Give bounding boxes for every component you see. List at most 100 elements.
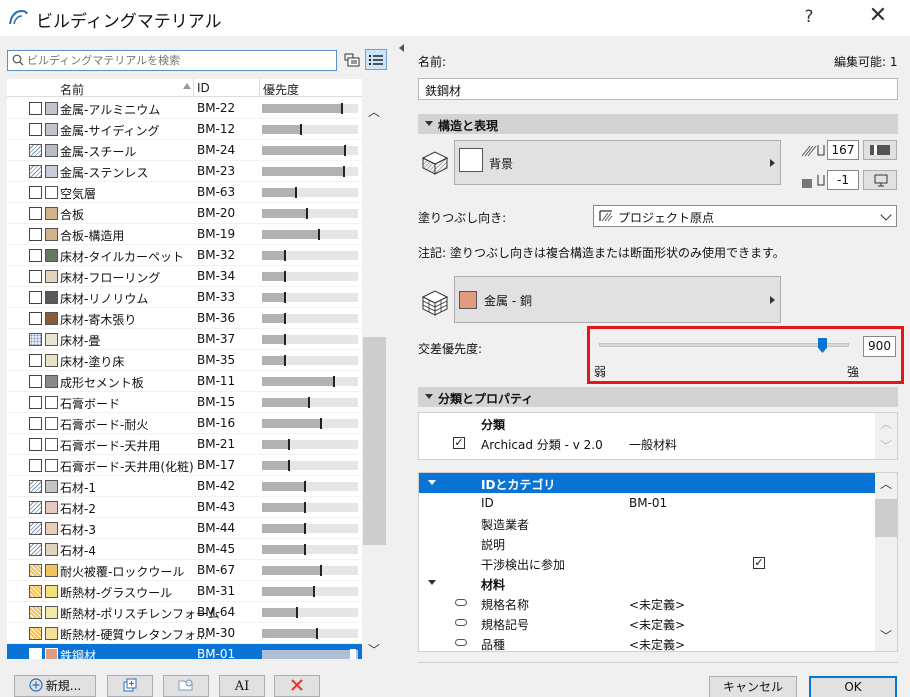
- fill-pattern-swatch: [29, 312, 42, 325]
- fill-pen-picker[interactable]: [863, 140, 897, 160]
- fill-orientation-dropdown[interactable]: プロジェクト原点: [593, 205, 897, 227]
- list-item[interactable]: 成形セメント板 BM-11: [7, 371, 362, 392]
- material-property-row[interactable]: 規格記号 <未定義>: [419, 613, 875, 633]
- header-name[interactable]: 名前: [60, 81, 84, 98]
- classification-scrollbar[interactable]: ︿ ﹀: [875, 413, 897, 459]
- list-item[interactable]: 床材-塗り床 BM-35: [7, 350, 362, 371]
- list-item[interactable]: 金属-アルミニウム BM-22: [7, 98, 362, 119]
- close-button[interactable]: ✕: [864, 4, 892, 30]
- list-item[interactable]: 床材-リノリウム BM-33: [7, 287, 362, 308]
- classification-row[interactable]: ✓ Archicad 分類 - v 2.0 一般材料: [419, 433, 875, 453]
- material-name: 断熱材-ポリスチレンフォーム: [60, 607, 220, 621]
- list-item[interactable]: 石膏ボード BM-15: [7, 392, 362, 413]
- list-item[interactable]: 石膏ボード-天井用 BM-21: [7, 434, 362, 455]
- collision-checkbox[interactable]: ✓: [753, 557, 765, 569]
- list-item[interactable]: 床材-畳 BM-37: [7, 329, 362, 350]
- priority-bar: [262, 292, 358, 303]
- priority-value-field[interactable]: 900: [863, 336, 896, 357]
- list-item[interactable]: 床材-フローリング BM-34: [7, 266, 362, 287]
- import-button[interactable]: [163, 675, 209, 697]
- list-item[interactable]: 断熱材-硬質ウレタンフォ... BM-30: [7, 623, 362, 644]
- list-item[interactable]: 断熱材-ポリスチレンフォーム BM-64: [7, 602, 362, 623]
- property-row[interactable]: ID BM-01: [419, 493, 875, 513]
- classification-section-header[interactable]: 分類とプロパティ: [418, 387, 898, 407]
- list-item[interactable]: 耐火被覆-ロックウール BM-67: [7, 560, 362, 581]
- background-pen-picker[interactable]: [863, 170, 897, 190]
- material-property-row[interactable]: 品種 <未定義>: [419, 633, 875, 651]
- materials-group-row[interactable]: 材料: [419, 573, 875, 593]
- surface-selector[interactable]: 金属 - 銅: [454, 276, 781, 323]
- cut-fill-selector[interactable]: 背景: [454, 140, 781, 185]
- list-item[interactable]: 石膏ボード-耐火 BM-16: [7, 413, 362, 434]
- list-item[interactable]: 石材-4 BM-45: [7, 539, 362, 560]
- folder-view-icon[interactable]: [342, 49, 362, 70]
- list-item[interactable]: 床材-タイルカーペット BM-32: [7, 245, 362, 266]
- structure-section-header[interactable]: 構造と表現: [418, 114, 898, 134]
- search-box[interactable]: [7, 50, 337, 71]
- surface-color-swatch: [45, 501, 58, 514]
- list-item[interactable]: 床材-寄木張り BM-36: [7, 308, 362, 329]
- list-item[interactable]: 石材-3 BM-44: [7, 518, 362, 539]
- priority-bar-fill: [262, 293, 286, 302]
- list-item[interactable]: 金属-ステンレス BM-23: [7, 161, 362, 182]
- property-label: 規格名称: [481, 598, 530, 612]
- cancel-button[interactable]: キャンセル: [709, 676, 797, 697]
- fill-pen-field[interactable]: 167: [827, 140, 859, 160]
- material-name: 石膏ボード-天井用(化粧): [60, 460, 194, 474]
- panel-splitter[interactable]: [398, 36, 406, 697]
- material-property-row[interactable]: 規格名称 <未定義>: [419, 593, 875, 613]
- list-item[interactable]: 石膏ボード-天井用(化粧) BM-17: [7, 455, 362, 476]
- material-id: BM-21: [197, 437, 236, 451]
- fill-pattern-swatch: [29, 585, 42, 598]
- cut-fill-icon: [421, 151, 449, 175]
- list-item[interactable]: 金属-サイディング BM-12: [7, 119, 362, 140]
- surface-color-swatch: [45, 333, 58, 346]
- material-name: 石膏ボード-耐火: [60, 418, 149, 432]
- property-label: 干渉検出に参加: [481, 558, 566, 572]
- name-field[interactable]: 鉄鋼材: [418, 78, 898, 100]
- list-item[interactable]: 石材-2 BM-43: [7, 497, 362, 518]
- priority-slider-track[interactable]: [599, 343, 849, 347]
- surface-color-swatch: [45, 564, 58, 577]
- list-item[interactable]: 合板 BM-20: [7, 203, 362, 224]
- property-row[interactable]: 干渉検出に参加 ✓: [419, 553, 875, 573]
- list-item[interactable]: 金属-スチール BM-24: [7, 140, 362, 161]
- scroll-up-icon[interactable]: ︿: [880, 475, 892, 492]
- ok-button[interactable]: OK: [809, 676, 897, 697]
- priority-bar-fill: [262, 251, 286, 260]
- fill-pattern-swatch: [29, 333, 42, 346]
- search-input[interactable]: [27, 52, 332, 69]
- property-row[interactable]: 説明: [419, 533, 875, 553]
- rename-button[interactable]: AI: [219, 675, 265, 697]
- fill-pattern-swatch: [29, 459, 42, 472]
- list-item[interactable]: 石材-1 BM-42: [7, 476, 362, 497]
- priority-bar-fill: [262, 545, 306, 554]
- list-item[interactable]: 空気層 BM-63: [7, 182, 362, 203]
- delete-button[interactable]: [274, 675, 320, 697]
- help-button[interactable]: ?: [796, 4, 822, 30]
- scroll-up-icon[interactable]: ︿: [368, 103, 380, 120]
- collapse-triangle-icon: [425, 394, 433, 399]
- scrollbar-thumb[interactable]: [363, 337, 386, 545]
- scroll-down-icon[interactable]: ﹀: [368, 641, 380, 658]
- duplicate-button[interactable]: [107, 675, 153, 697]
- properties-scrollbar[interactable]: ︿ ﹀: [875, 473, 897, 651]
- list-item[interactable]: 鉄鋼材 BM-01: [7, 644, 362, 659]
- background-pen-field[interactable]: -1: [827, 170, 859, 190]
- scrollbar-thumb[interactable]: [875, 499, 897, 537]
- scroll-down-icon[interactable]: ﹀: [880, 627, 892, 644]
- classification-checkbox[interactable]: ✓: [453, 437, 465, 449]
- list-view-button[interactable]: [365, 49, 387, 70]
- priority-bar-fill: [262, 314, 286, 323]
- property-row[interactable]: 製造業者: [419, 513, 875, 533]
- collapse-arrow-icon[interactable]: [399, 44, 404, 52]
- id-category-row[interactable]: IDとカテゴリ: [419, 473, 875, 493]
- list-item[interactable]: 合板-構造用 BM-19: [7, 224, 362, 245]
- header-priority[interactable]: 優先度: [263, 81, 299, 98]
- title-bar: ビルディングマテリアル ? ✕: [0, 0, 910, 36]
- new-button[interactable]: 新規...: [14, 675, 96, 697]
- list-scrollbar[interactable]: ︿ ﹀: [363, 97, 386, 659]
- priority-bar: [262, 397, 358, 408]
- header-id[interactable]: ID: [197, 81, 210, 95]
- list-item[interactable]: 断熱材-グラスウール BM-31: [7, 581, 362, 602]
